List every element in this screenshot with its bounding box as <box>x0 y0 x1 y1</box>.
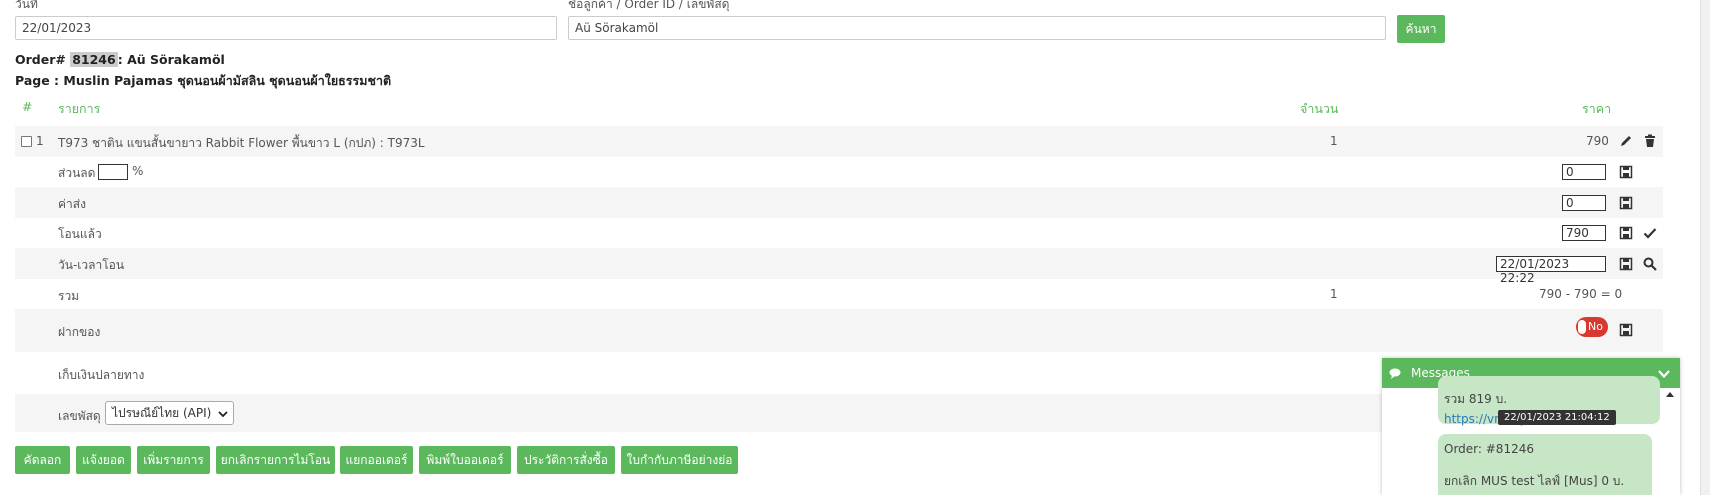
table-row-paid: โอนแล้ว 790 <box>15 218 1663 248</box>
messages-body: รวม 819 บ. https://vr.../SjRPt1Wf... 22/… <box>1382 376 1680 495</box>
check-icon[interactable] <box>1643 226 1657 240</box>
split-order-button[interactable]: แยกออเดอร์ <box>340 446 413 474</box>
col-qty-header: จำนวน <box>1300 101 1339 116</box>
col-price-header: ราคา <box>1582 101 1612 116</box>
tracking-label: เลขพัสดุ <box>58 409 101 423</box>
row-checkbox[interactable] <box>21 136 32 147</box>
message-text: รวม 819 บ. <box>1444 392 1508 406</box>
notify-total-button[interactable]: แจ้งยอด <box>76 446 131 474</box>
edit-icon[interactable] <box>1619 134 1633 148</box>
cancel-unpaid-button[interactable]: ยกเลิกรายการไม่โอน <box>216 446 335 474</box>
scroll-up-icon[interactable] <box>1666 391 1674 397</box>
search-icon[interactable] <box>1643 257 1657 271</box>
tax-invoice-button[interactable]: ใบกำกับภาษีอย่างย่อ <box>621 446 738 474</box>
table-row-item: 1 T973 ชาติน แขนสั้นขายาว Rabbit Flower … <box>15 126 1663 157</box>
copy-button[interactable]: คัดลอก <box>15 446 70 474</box>
paid-label: โอนแล้ว <box>58 227 102 241</box>
table-row-discount: ส่วนลด % 0 <box>15 157 1663 187</box>
carrier-select[interactable]: ไปรษณีย์ไทย (API) <box>105 401 235 425</box>
add-item-button[interactable]: เพิ่มรายการ <box>137 446 210 474</box>
trash-icon[interactable] <box>1643 134 1657 148</box>
discount-input[interactable]: 0 <box>1562 164 1606 180</box>
comments-icon <box>1389 368 1401 379</box>
carrier-select-value: ไปรษณีย์ไทย (API) <box>112 406 212 420</box>
chevron-down-icon[interactable] <box>1658 369 1670 379</box>
order-history-button[interactable]: ประวัติการสั่งซื้อ <box>517 446 615 474</box>
save-icon[interactable] <box>1619 323 1633 337</box>
deposit-label: ฝากของ <box>58 325 101 339</box>
shipping-input[interactable]: 0 <box>1562 195 1606 211</box>
table-row-deposit: ฝากของ No <box>15 309 1663 352</box>
deposit-toggle-label: No <box>1588 320 1603 333</box>
order-customer: : Aü Sörakamöl <box>117 52 225 67</box>
deposit-toggle[interactable]: No <box>1576 317 1608 337</box>
save-icon[interactable] <box>1619 165 1633 179</box>
item-name: T973 ชาติน แขนสั้นขายาว Rabbit Flower พื… <box>58 136 425 150</box>
table-row-total: รวม 1 790 - 790 = 0 <box>15 279 1663 309</box>
order-title: Order# 81246: Aü Sörakamöl <box>15 52 225 67</box>
total-label: รวม <box>58 289 80 303</box>
transfer-time-label: วัน-เวลาโอน <box>58 258 125 272</box>
search-button[interactable]: ค้นหา <box>1397 15 1445 43</box>
message-timestamp-tooltip: 22/01/2023 21:04:12 <box>1498 410 1616 425</box>
save-icon[interactable] <box>1619 196 1633 210</box>
search-label: ชื่อลูกค้า / Order ID / เลขพัสดุ <box>568 0 730 11</box>
message-bubble: Order: #81246 ยกเลิก MUS test ไลฟ์ [Mus]… <box>1438 434 1652 495</box>
discount-label: ส่วนลด <box>58 166 96 180</box>
paid-input[interactable]: 790 <box>1562 225 1606 241</box>
table-row-shipping: ค่าส่ง 0 <box>15 187 1663 218</box>
item-index: 1 <box>36 134 44 148</box>
save-icon[interactable] <box>1619 226 1633 240</box>
chevron-down-icon <box>218 411 228 418</box>
percent-sign: % <box>132 164 144 178</box>
total-value: 790 - 790 = 0 <box>1539 287 1623 301</box>
item-qty: 1 <box>1330 134 1338 148</box>
transfer-time-input[interactable]: 22/01/2023 22:22 <box>1496 256 1606 285</box>
col-item-header: รายการ <box>58 101 101 116</box>
search-input[interactable]: Aü Sörakamöl <box>568 16 1386 40</box>
item-price: 790 <box>1586 134 1609 148</box>
order-page: Page : Muslin Pajamas ชุดนอนผ้ามัสลิน ชุ… <box>15 73 392 88</box>
col-num-header: # <box>22 99 33 114</box>
total-qty: 1 <box>1330 287 1338 301</box>
discount-percent-input[interactable] <box>98 164 128 180</box>
messages-panel: Messages รวม 819 บ. https://vr.../SjRPt1… <box>1382 358 1680 495</box>
shipping-label: ค่าส่ง <box>58 197 86 211</box>
date-label: วันที่ <box>15 0 38 11</box>
message-text: Order: #81246 <box>1444 442 1534 456</box>
toggle-knob <box>1578 320 1586 334</box>
print-order-button[interactable]: พิมพ์ใบออเดอร์ <box>419 446 511 474</box>
order-id: 81246 <box>70 52 118 67</box>
page-scrollbar[interactable] <box>1700 0 1710 495</box>
save-icon[interactable] <box>1619 257 1633 271</box>
cod-label: เก็บเงินปลายทาง <box>58 368 145 382</box>
table-row-transfer-time: วัน-เวลาโอน 22/01/2023 22:22 <box>15 248 1663 285</box>
order-prefix: Order# <box>15 52 66 67</box>
date-field[interactable]: 22/01/2023 <box>15 16 557 40</box>
message-text: ยกเลิก MUS test ไลฟ์ [Mus] 0 บ. <box>1444 474 1625 488</box>
